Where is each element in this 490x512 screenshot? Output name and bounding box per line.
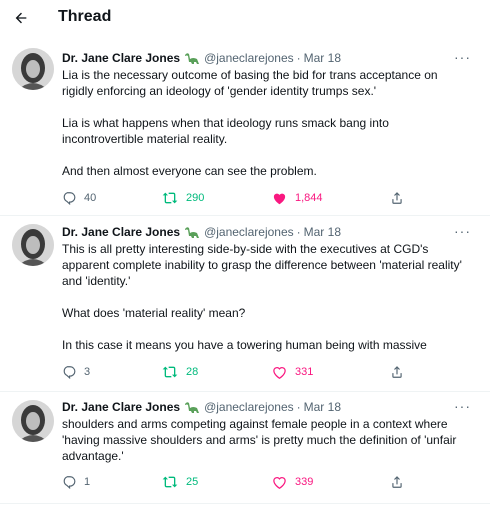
separator: · [296,400,301,414]
avatar[interactable] [12,48,54,90]
share-button[interactable] [390,362,404,382]
reply-button[interactable]: 3 [62,362,90,382]
reply-button[interactable]: 1 [62,472,90,492]
reply-count: 3 [84,366,91,378]
author-name[interactable]: Dr. Jane Clare Jones [62,399,180,415]
author-handle[interactable]: @janeclarejones [204,224,294,240]
tweet-paragraph: And then almost everyone can see the pro… [62,164,317,178]
retweet-button[interactable]: 25 [162,472,198,492]
page-title: Thread [58,8,112,25]
tweet-date[interactable]: Mar 18 [304,399,341,415]
sauropod-emoji-icon [184,51,200,65]
tweet-header: Dr. Jane Clare Jones @janeclarejones · M… [62,399,341,415]
heart-icon [273,193,286,205]
share-button[interactable] [390,188,404,208]
author-name[interactable]: Dr. Jane Clare Jones [62,224,180,240]
reply-count: 1 [84,476,91,488]
retweet-count: 28 [186,366,199,378]
author-handle[interactable]: @janeclarejones [204,50,294,66]
reply-icon [63,366,76,379]
like-button[interactable]: 339 [272,472,313,492]
tweet-actions: 1 25 339 [62,472,482,492]
author-name[interactable]: Dr. Jane Clare Jones [62,50,180,66]
back-arrow-icon[interactable] [9,6,33,30]
heart-icon [273,477,286,489]
more-icon[interactable]: ··· [454,399,474,413]
retweet-count: 25 [186,476,199,488]
share-button[interactable] [390,472,404,492]
like-count: 331 [295,366,314,378]
tweet-text: Lia is the necessary outcome of basing t… [62,67,472,179]
avatar[interactable] [12,400,54,442]
tweet-text: This is all pretty interesting side-by-s… [62,241,472,353]
tweet-header: Dr. Jane Clare Jones @janeclarejones · M… [62,50,341,66]
retweet-button[interactable]: 28 [162,362,198,382]
reply-count: 40 [84,192,97,204]
like-button[interactable]: 331 [272,362,313,382]
share-icon [392,366,402,378]
more-icon[interactable]: ··· [454,224,474,238]
tweet[interactable]: Dr. Jane Clare Jones @janeclarejones · M… [0,216,490,392]
tweet[interactable]: Dr. Jane Clare Jones @janeclarejones · M… [0,392,490,504]
heart-icon [273,367,286,379]
reply-icon [63,476,76,489]
retweet-icon [162,366,178,378]
tweet-paragraph: Lia is what happens when that ideology r… [62,116,389,146]
tweet-date[interactable]: Mar 18 [304,224,341,240]
tweet-actions: 3 28 331 [62,362,482,382]
tweet-paragraph: What does 'material reality' mean? [62,306,246,320]
reply-icon [63,192,76,205]
retweet-icon [162,192,178,204]
separator: · [296,51,301,65]
tweet-paragraph: This is all pretty interesting side-by-s… [62,242,462,288]
sauropod-emoji-icon [184,400,200,414]
separator: · [296,225,301,239]
like-button[interactable]: 1,844 [272,188,323,208]
tweet-header: Dr. Jane Clare Jones @janeclarejones · M… [62,224,341,240]
like-count: 1,844 [295,192,323,204]
reply-button[interactable]: 40 [62,188,96,208]
tweet[interactable]: Dr. Jane Clare Jones @janeclarejones · M… [0,40,490,216]
share-icon [392,192,402,204]
more-icon[interactable]: ··· [454,50,474,64]
author-handle[interactable]: @janeclarejones [204,399,294,415]
share-icon [392,476,402,488]
tweet-actions: 40 290 1,844 [62,188,482,208]
tweet-paragraph: In this case it means you have a towerin… [62,338,427,352]
retweet-button[interactable]: 290 [162,188,204,208]
tweet-paragraph: shoulders and arms competing against fem… [62,417,457,463]
tweet-text: shoulders and arms competing against fem… [62,416,472,464]
retweet-count: 290 [186,192,205,204]
tweet-date[interactable]: Mar 18 [304,50,341,66]
sauropod-emoji-icon [184,225,200,239]
tweet-paragraph: Lia is the necessary outcome of basing t… [62,68,438,98]
thread-header: Thread [0,0,490,36]
like-count: 339 [295,476,314,488]
avatar[interactable] [12,224,54,266]
retweet-icon [162,476,178,488]
